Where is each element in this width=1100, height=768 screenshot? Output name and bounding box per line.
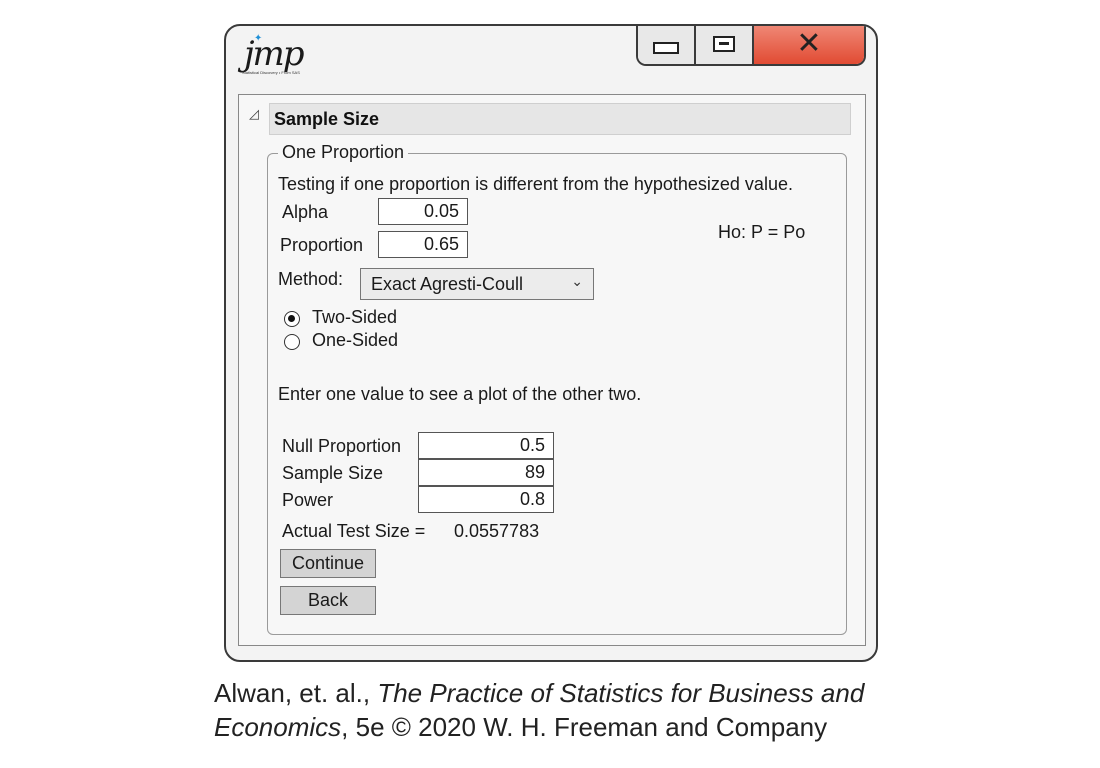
chevron-down-icon: ⌄	[571, 273, 583, 289]
logo-subtitle: Statistical Discovery • From SAS	[242, 70, 300, 75]
caption-authors: Alwan, et. al.,	[214, 678, 378, 708]
proportion-label: Proportion	[280, 235, 364, 255]
maximize-button[interactable]	[696, 26, 754, 64]
actual-test-size-value: 0.0557783	[454, 521, 540, 541]
method-label: Method:	[278, 269, 344, 289]
two-sided-radio[interactable]	[284, 311, 300, 327]
caption-book-title-2: Economics	[214, 712, 342, 742]
two-sided-label: Two-Sided	[312, 307, 398, 327]
close-icon: ✕	[796, 27, 822, 60]
continue-button[interactable]: Continue	[280, 549, 376, 578]
jmp-logo: ✦ jmp Statistical Discovery • From SAS	[240, 34, 310, 80]
section-title: Sample Size	[274, 109, 380, 129]
maximize-icon	[713, 36, 735, 52]
sample-size-input[interactable]: 89	[418, 459, 554, 486]
back-button[interactable]: Back	[280, 586, 376, 615]
disclosure-triangle-icon[interactable]: ◿	[249, 106, 259, 122]
minimize-button[interactable]	[638, 26, 696, 64]
method-select[interactable]: Exact Agresti-Coull ⌄	[360, 268, 594, 300]
logo-text: jmp	[244, 34, 305, 74]
null-proportion-input[interactable]: 0.5	[418, 432, 554, 459]
actual-test-size-label: Actual Test Size =	[282, 521, 426, 541]
sample-size-label: Sample Size	[282, 463, 384, 483]
proportion-input[interactable]: 0.65	[378, 231, 468, 258]
report-panel: ◿ Sample Size One Proportion Testing if …	[238, 94, 866, 646]
instruction-text: Enter one value to see a plot of the oth…	[278, 384, 642, 404]
window-controls: ✕	[636, 26, 866, 66]
hypothesis-text: Ho: P = Po	[718, 222, 806, 242]
close-button[interactable]: ✕	[754, 26, 864, 64]
alpha-input[interactable]: 0.05	[378, 198, 468, 225]
one-sided-label: One-Sided	[312, 330, 399, 350]
power-input[interactable]: 0.8	[418, 486, 554, 513]
method-value: Exact Agresti-Coull	[371, 274, 524, 294]
group-legend: One Proportion	[278, 142, 409, 163]
one-sided-radio[interactable]	[284, 334, 300, 350]
jmp-window: ✦ jmp Statistical Discovery • From SAS ✕…	[224, 24, 878, 662]
alpha-label: Alpha	[282, 202, 329, 222]
one-proportion-group: One Proportion Testing if one proportion…	[267, 142, 847, 635]
figure-caption: Alwan, et. al., The Practice of Statisti…	[214, 676, 864, 744]
description-text: Testing if one proportion is different f…	[278, 174, 793, 194]
minimize-icon	[653, 42, 679, 54]
power-label: Power	[282, 490, 334, 510]
caption-book-title-1: The Practice of Statistics for Business …	[377, 678, 865, 708]
section-header[interactable]: Sample Size	[269, 103, 851, 135]
caption-publisher: , 5e © 2020 W. H. Freeman and Company	[341, 712, 828, 742]
null-proportion-label: Null Proportion	[282, 436, 402, 456]
